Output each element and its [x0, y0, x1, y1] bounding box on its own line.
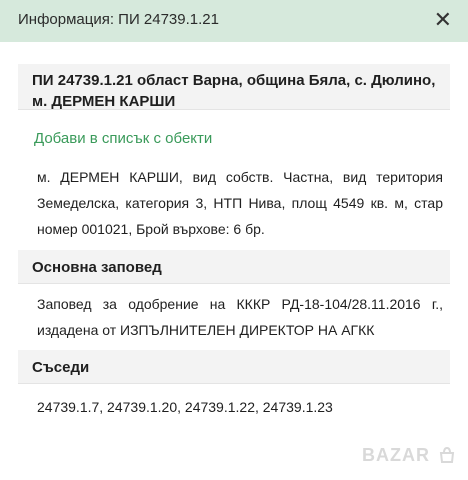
- dialog-title: Информация: ПИ 24739.1.21: [18, 11, 219, 28]
- dialog-header: Информация: ПИ 24739.1.21 ✕: [0, 0, 468, 42]
- watermark-text: BAZAR: [361, 445, 430, 465]
- property-description: м. ДЕРМЕН КАРШИ, вид собств. Частна, вид…: [37, 169, 443, 237]
- neighbors-section-heading: Съседи: [18, 350, 450, 384]
- bag-icon: [439, 447, 455, 463]
- neighbors-text: 24739.1.7, 24739.1.20, 24739.1.22, 24739…: [37, 399, 333, 415]
- watermark-logo: BAZAR: [362, 445, 456, 466]
- order-section-heading: Основна заповед: [18, 250, 450, 284]
- close-icon[interactable]: ✕: [434, 7, 452, 33]
- order-text: Заповед за одобрение на КККР РД-18-104/2…: [37, 296, 443, 338]
- add-to-list-link[interactable]: Добави в списък с обекти: [34, 130, 212, 147]
- property-title: ПИ 24739.1.21 област Варна, община Бяла,…: [18, 64, 450, 110]
